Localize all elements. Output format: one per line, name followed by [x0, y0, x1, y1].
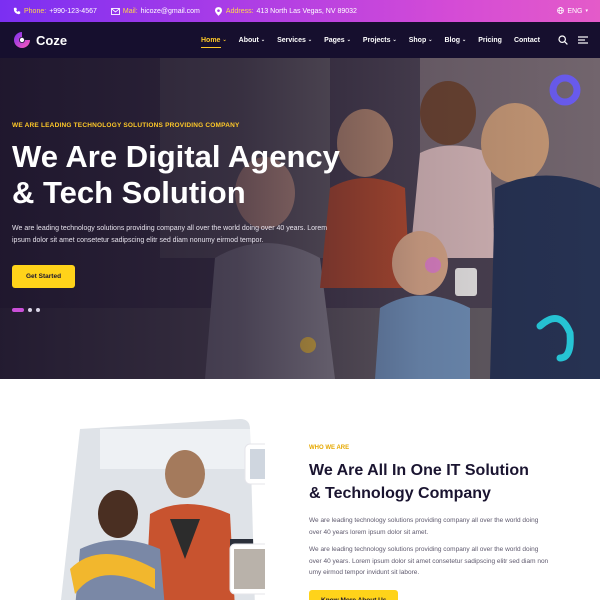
hamburger-menu-icon[interactable] [578, 36, 588, 44]
globe-icon [557, 6, 565, 16]
nav-item-blog[interactable]: Blog ⌄ [444, 37, 466, 44]
phone-value: +990-123-4567 [49, 7, 97, 15]
mail-value: hicoze@gmail.com [140, 7, 200, 15]
slider-dots [12, 308, 40, 312]
nav-label: Contact [513, 36, 540, 44]
hero-title-line1: We Are Digital Agency [12, 139, 340, 174]
nav-item-pricing[interactable]: Pricing [478, 37, 502, 44]
phone-info[interactable]: Phone: +990-123-4567 [12, 7, 97, 16]
top-info-bar: Phone: +990-123-4567 Mail: hicoze@gmail.… [0, 0, 600, 22]
know-more-button[interactable]: Know More About Us [309, 589, 399, 600]
slider-dot[interactable] [28, 308, 32, 312]
slider-dot-active[interactable] [12, 308, 24, 312]
nav-item-services[interactable]: Services ⌄ [277, 37, 312, 44]
language-selector[interactable]: ENG ▾ [557, 6, 588, 16]
hero-title: We Are Digital Agency & Tech Solution [12, 139, 412, 211]
mail-label: Mail: [122, 7, 138, 15]
chevron-down-icon: ▾ [585, 8, 588, 14]
address-info: Address: 413 North Las Vegas, NV 89032 [214, 6, 357, 16]
nav-item-about[interactable]: About ⌄ [239, 37, 265, 44]
nav-icons [558, 35, 588, 45]
mail-info[interactable]: Mail: hicoze@gmail.com [111, 7, 200, 16]
chevron-down-icon: ⌄ [346, 37, 351, 43]
address-label: Address: [225, 7, 254, 15]
about-paragraph-1: We are leading technology solutions prov… [309, 517, 539, 536]
search-icon[interactable] [558, 35, 568, 45]
chevron-down-icon: ⌄ [222, 37, 227, 43]
nav-label: Services [277, 36, 306, 44]
logo-icon [14, 32, 30, 48]
nav-item-contact[interactable]: Contact [514, 37, 540, 44]
about-title-line1: We Are All In One IT Solution [309, 462, 529, 479]
nav-menu: Home ⌄ About ⌄ Services ⌄ Pages ⌄ Projects ⌄ … [200, 36, 540, 48]
phone-label: Phone: [24, 7, 47, 15]
nav-item-pages[interactable]: Pages ⌄ [324, 37, 351, 44]
hero-kicker: WE ARE LEADING TECHNOLOGY SOLUTIONS PROV… [12, 122, 240, 129]
about-kicker: WHO WE ARE [309, 445, 350, 451]
mail-icon [111, 7, 120, 16]
language-label: ENG [567, 7, 583, 15]
logo-text: Coze [36, 32, 68, 48]
nav-label: Blog [444, 36, 460, 44]
about-text: WHO WE ARE We Are All In One IT Solution… [309, 445, 569, 600]
nav-label: Pricing [478, 36, 502, 44]
location-pin-icon [214, 6, 223, 16]
chevron-down-icon: ⌄ [462, 37, 467, 43]
nav-label: Projects [362, 36, 391, 44]
main-navbar: Coze Home ⌄ About ⌄ Services ⌄ Pages ⌄ Proje… [0, 22, 600, 58]
about-title-line2: & Technology Company [309, 485, 491, 502]
nav-item-shop[interactable]: Shop ⌄ [409, 37, 433, 44]
slider-dot[interactable] [36, 308, 40, 312]
nav-label: Pages [324, 36, 345, 44]
chevron-down-icon: ⌄ [307, 37, 313, 43]
nav-item-projects[interactable]: Projects ⌄ [363, 37, 397, 44]
nav-label: About [238, 36, 259, 44]
nav-item-home[interactable]: Home ⌄ [200, 36, 227, 48]
team-photo [60, 419, 265, 600]
get-started-button[interactable]: Get Started [12, 265, 76, 288]
hero-content: WE ARE LEADING TECHNOLOGY SOLUTIONS PROV… [12, 122, 412, 288]
address-value: 413 North Las Vegas, NV 89032 [256, 7, 357, 15]
about-title: We Are All In One IT Solution & Technolo… [309, 459, 569, 505]
chevron-down-icon: ⌄ [428, 37, 433, 43]
about-paragraph-2: We are leading technology solutions prov… [309, 546, 549, 576]
chevron-down-icon: ⌄ [260, 37, 266, 43]
logo[interactable]: Coze [12, 30, 67, 50]
hero-title-line2: & Tech Solution [12, 175, 246, 210]
nav-label: Home [200, 36, 221, 44]
chevron-down-icon: ⌄ [392, 37, 397, 43]
phone-icon [12, 7, 21, 16]
hero-description: We are leading technology solutions prov… [12, 225, 328, 244]
nav-label: Shop [408, 36, 427, 44]
hero-section: WE ARE LEADING TECHNOLOGY SOLUTIONS PROV… [0, 58, 600, 379]
about-section: WHO WE ARE We Are All In One IT Solution… [0, 379, 600, 600]
